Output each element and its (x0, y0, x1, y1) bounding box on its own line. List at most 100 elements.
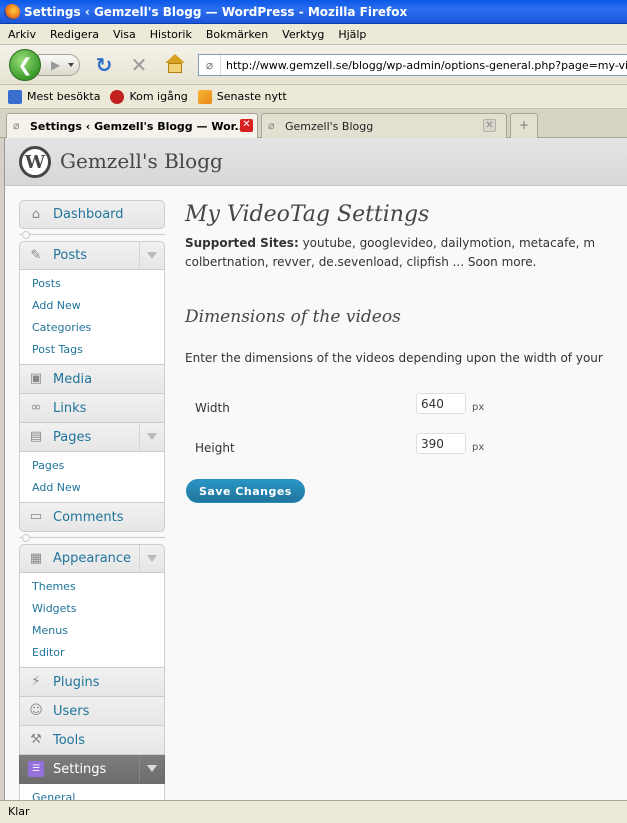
menu-posts[interactable]: ✎ Posts (19, 241, 165, 270)
menu-verktyg[interactable]: Verktyg (282, 28, 324, 41)
submenu-editor[interactable]: Editor (20, 642, 164, 664)
dashboard-icon: ⌂ (31, 206, 41, 222)
plug-icon: ⚡ (31, 674, 41, 689)
menu-appearance[interactable]: ▦ Appearance (19, 544, 165, 573)
tab-gemzells-blogg[interactable]: ⌀ Gemzell's Blogg ✕ (261, 113, 507, 138)
height-unit: px (472, 442, 485, 453)
menu-visa[interactable]: Visa (113, 28, 136, 41)
menu-users[interactable]: ☺ Users (19, 697, 165, 726)
firefox-bookmark-icon (110, 89, 125, 104)
submenu-pages[interactable]: Pages (20, 455, 164, 477)
address-bar[interactable]: ⌀ (198, 54, 627, 76)
toggle-arrow-icon[interactable] (139, 423, 164, 450)
close-tab-icon[interactable]: ✕ (483, 119, 496, 132)
toggle-arrow-icon[interactable] (139, 755, 164, 782)
menu-hjalp[interactable]: Hjälp (338, 28, 366, 41)
menu-links[interactable]: ∞ Links (19, 394, 165, 423)
status-bar: Klar (0, 800, 627, 823)
users-icon: ☺ (29, 703, 43, 718)
settings-panel: My VideoTag Settings Supported Sites: yo… (185, 202, 627, 503)
menu-dashboard[interactable]: ⌂ Dashboard (19, 200, 165, 229)
page-icon: ⌀ (268, 119, 275, 132)
menu-tools[interactable]: ⚒ Tools (19, 726, 165, 755)
menu-redigera[interactable]: Redigera (50, 28, 99, 41)
supported-sites: Supported Sites: youtube, googlevideo, d… (185, 234, 627, 272)
site-title[interactable]: Gemzell's Blogg (60, 149, 223, 173)
media-icon: ▣ (29, 371, 43, 386)
page-icon: ⌀ (199, 55, 221, 75)
supported-sites-list-continued: colbertnation, revver, de.sevenload, cli… (185, 255, 537, 269)
wp-admin-header: W Gemzell's Blogg (5, 138, 627, 186)
home-button[interactable] (163, 54, 187, 76)
height-label: Height (195, 441, 235, 455)
new-tab-button[interactable]: + (510, 113, 538, 138)
pages-submenu: Pages Add New (19, 452, 165, 503)
save-changes-button[interactable]: Save Changes (186, 479, 305, 503)
width-input[interactable] (416, 393, 466, 414)
submenu-themes[interactable]: Themes (20, 576, 164, 598)
toggle-arrow-icon[interactable] (139, 545, 164, 572)
close-tab-icon[interactable]: ✕ (240, 119, 253, 132)
tab-bar: ⌀ Settings ‹ Gemzell's Blogg — Wor... ✕ … (0, 109, 627, 138)
comment-bubble-icon: ▭ (29, 509, 43, 524)
menu-bar: Arkiv Redigera Visa Historik Bokmärken V… (0, 24, 627, 45)
page-title: My VideoTag Settings (185, 202, 430, 227)
navigation-toolbar: ▶ ❮ ↻ ✕ ⌀ (0, 45, 627, 85)
width-row: Width px (185, 391, 627, 431)
height-input[interactable] (416, 433, 466, 454)
plus-icon: + (518, 118, 530, 132)
link-icon: ∞ (30, 400, 42, 415)
page-content: W Gemzell's Blogg ⌂ Dashboard ✎ Posts Po… (4, 138, 627, 800)
wordpress-logo-icon: W (19, 146, 51, 178)
menu-comments[interactable]: ▭ Comments (19, 503, 165, 532)
menu-pages[interactable]: ▤ Pages (19, 423, 165, 452)
submenu-post-tags[interactable]: Post Tags (20, 339, 164, 361)
rss-feed-icon (197, 89, 212, 104)
bookmarks-toolbar: Mest besökta Kom igång Senaste nytt (0, 85, 627, 109)
submenu-add-new-page[interactable]: Add New (20, 477, 164, 499)
posts-submenu: Posts Add New Categories Post Tags (19, 270, 165, 365)
tab-settings[interactable]: ⌀ Settings ‹ Gemzell's Blogg — Wor... ✕ (6, 113, 258, 138)
tools-icon: ⚒ (30, 732, 42, 747)
bookmark-mest-besokta[interactable]: Mest besökta (8, 89, 100, 104)
stop-icon: ✕ (130, 53, 148, 77)
submenu-add-new-post[interactable]: Add New (20, 295, 164, 317)
appearance-submenu: Themes Widgets Menus Editor (19, 573, 165, 668)
toggle-arrow-icon[interactable] (139, 242, 164, 269)
height-row: Height px (185, 431, 627, 471)
page-icon: ⌀ (13, 119, 20, 132)
menu-settings[interactable]: ☰ Settings (19, 755, 165, 784)
stop-button[interactable]: ✕ (128, 54, 150, 76)
smart-folder-icon (8, 89, 22, 104)
admin-menu: ⌂ Dashboard ✎ Posts Posts Add New Catego… (19, 200, 165, 800)
section-title: Dimensions of the videos (185, 307, 401, 327)
submenu-widgets[interactable]: Widgets (20, 598, 164, 620)
forward-button[interactable]: ▶ (38, 54, 80, 76)
dimensions-form: Width px Height px Save Changes (185, 391, 627, 503)
history-dropdown-icon[interactable] (68, 63, 74, 67)
menu-separator[interactable] (19, 229, 165, 241)
back-button[interactable]: ❮ (9, 49, 41, 81)
bookmark-senaste-nytt[interactable]: Senaste nytt (197, 89, 287, 104)
settings-icon: ☰ (28, 761, 44, 777)
menu-arkiv[interactable]: Arkiv (8, 28, 36, 41)
pushpin-icon: ✎ (30, 247, 42, 263)
menu-bokmarken[interactable]: Bokmärken (206, 28, 268, 41)
width-unit: px (472, 402, 485, 413)
window-titlebar: Settings ‹ Gemzell's Blogg — WordPress -… (0, 0, 627, 24)
menu-plugins[interactable]: ⚡ Plugins (19, 668, 165, 697)
appearance-icon: ▦ (29, 550, 43, 566)
menu-separator[interactable] (19, 532, 165, 544)
menu-media[interactable]: ▣ Media (19, 365, 165, 394)
submenu-menus[interactable]: Menus (20, 620, 164, 642)
width-label: Width (195, 401, 230, 415)
reload-button[interactable]: ↻ (93, 54, 115, 76)
submenu-categories[interactable]: Categories (20, 317, 164, 339)
supported-sites-label: Supported Sites: (185, 236, 299, 250)
supported-sites-list: youtube, googlevideo, dailymotion, metac… (302, 236, 596, 250)
submenu-general[interactable]: General (20, 787, 164, 800)
submenu-posts[interactable]: Posts (20, 273, 164, 295)
url-input[interactable] (221, 58, 627, 72)
bookmark-kom-igang[interactable]: Kom igång (110, 89, 188, 104)
menu-historik[interactable]: Historik (150, 28, 192, 41)
